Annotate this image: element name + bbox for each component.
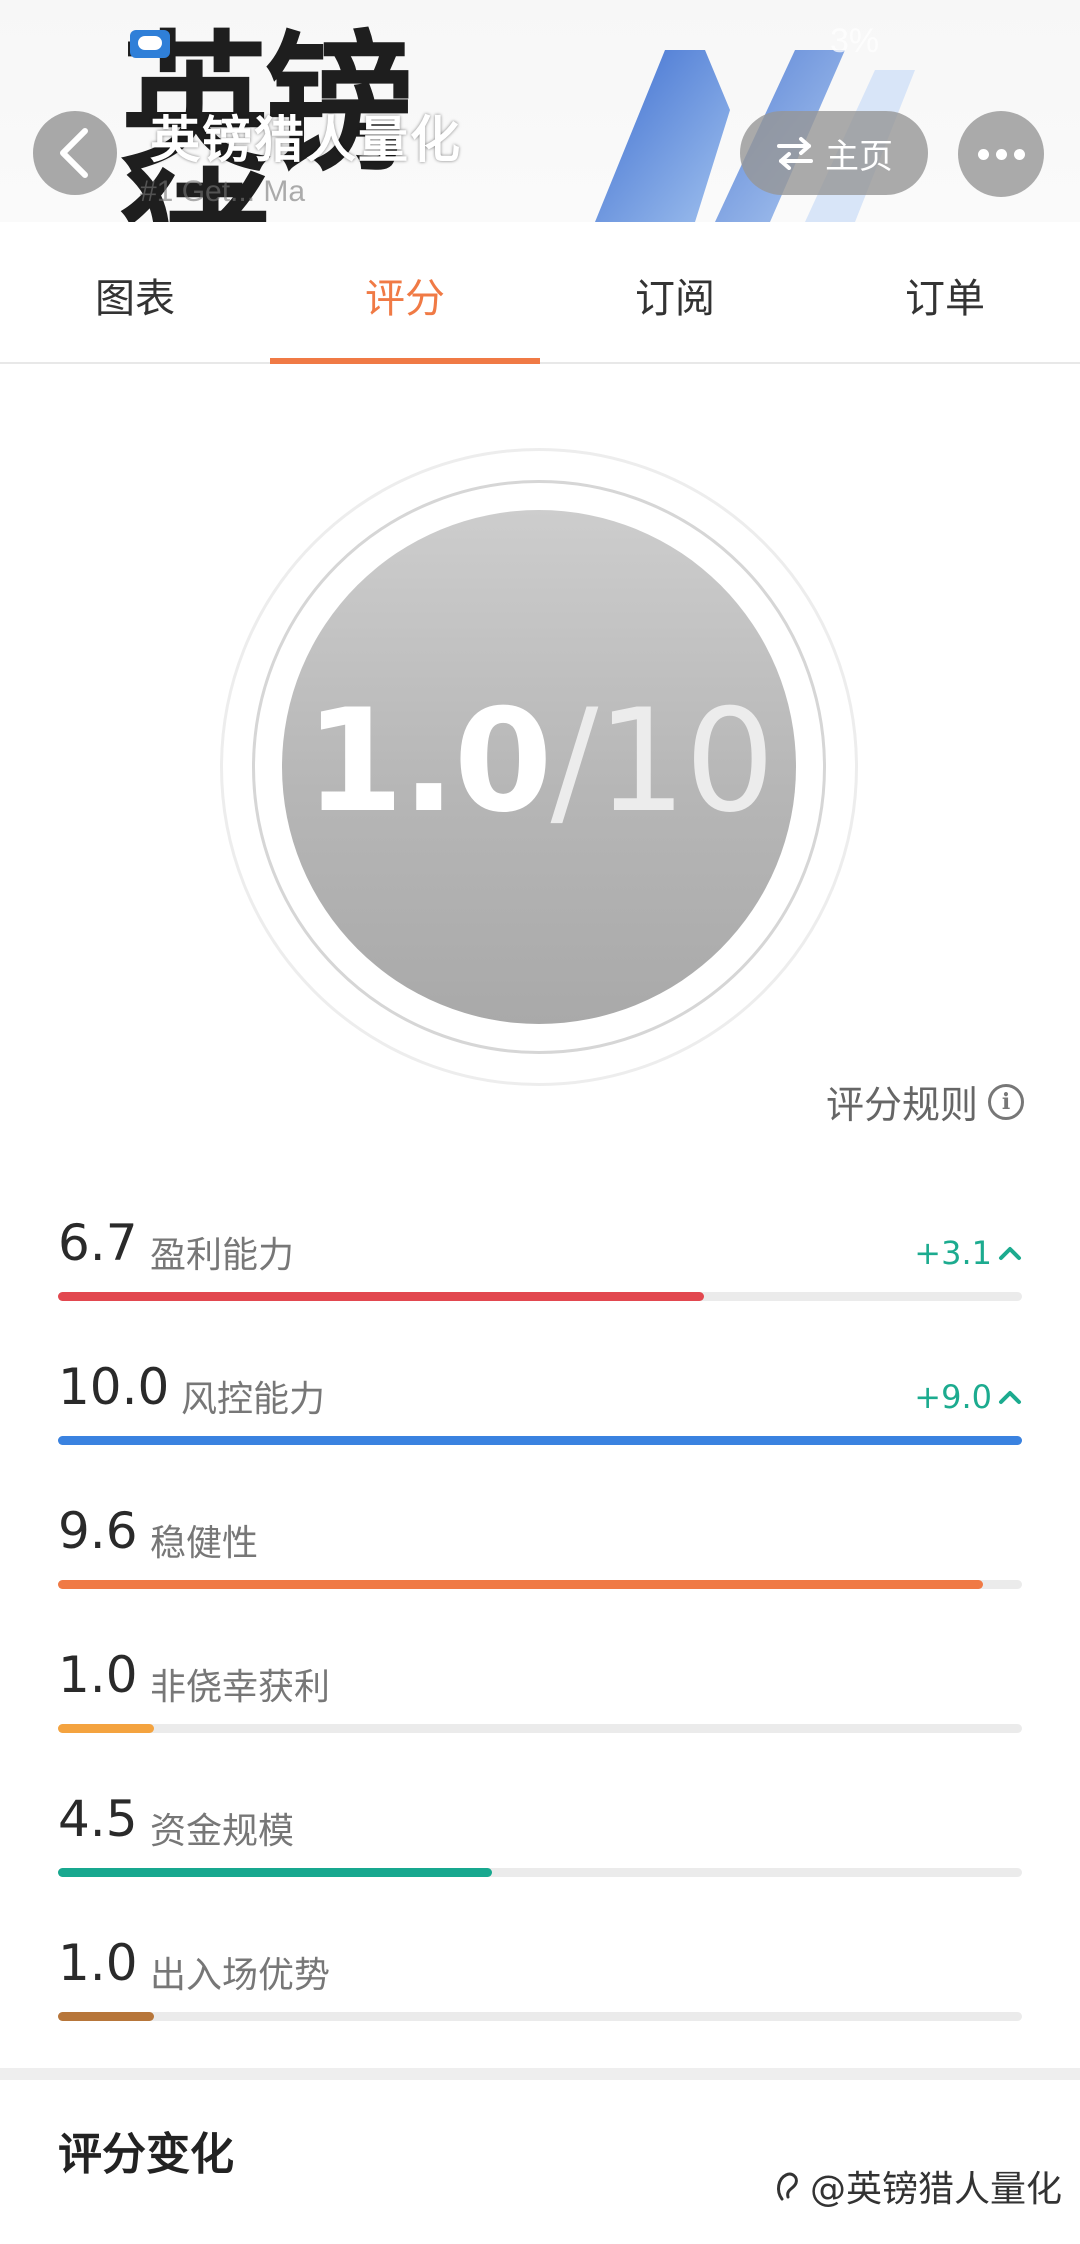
metric-delta: +3.1 <box>914 1234 1022 1272</box>
metric-row: 9.6 稳健性 <box>58 1484 1022 1628</box>
tab-score[interactable]: 评分 <box>270 222 540 364</box>
platform-logo-icon <box>777 2172 798 2201</box>
metric-label: 风控能力 <box>181 1379 326 1420</box>
metric-row: 4.5 资金规模 <box>58 1772 1022 1916</box>
tab-subscribe[interactable]: 订阅 <box>540 222 810 362</box>
metric-row: 6.7 盈利能力 +3.1 <box>58 1196 1022 1340</box>
metric-value: 6.7 <box>58 1214 138 1272</box>
scoring-rules-label: 评分规则 <box>825 1083 978 1127</box>
score-circle: 1.0/10 <box>282 510 796 1024</box>
metric-progress-track <box>58 1436 1022 1445</box>
tab-bar: 图表 评分 订阅 订单 <box>0 222 1080 364</box>
header-banner: 英镑 猪 #1 Get... Ma 3% 英镑猎人量化 主页 <box>0 0 1080 222</box>
metric-progress-fill <box>58 1436 1022 1445</box>
swap-arrows-icon <box>777 137 813 170</box>
metric-delta-value: +3.1 <box>914 1234 992 1272</box>
metric-label: 资金规模 <box>150 1811 295 1852</box>
battery-status: 3% <box>830 22 880 60</box>
metric-progress-fill <box>58 2012 155 2021</box>
home-button-label: 主页 <box>825 136 893 177</box>
metric-value: 1.0 <box>58 1934 138 1992</box>
metric-label: 盈利能力 <box>150 1235 295 1276</box>
metric-row: 1.0 非侥幸获利 <box>58 1628 1022 1772</box>
back-button[interactable] <box>33 111 117 195</box>
metric-progress-fill <box>58 1580 984 1589</box>
chevron-up-icon <box>999 1391 1021 1404</box>
metric-progress-track <box>58 1580 1022 1589</box>
metric-list: 6.7 盈利能力 +3.1 10.0 风控能力 +9.0 9.6 稳健性 1.0 非侥幸获利 4.5… <box>58 1196 1022 2060</box>
section-title-score-history: 评分变化 <box>58 2129 234 2180</box>
more-dot-icon <box>1013 148 1025 160</box>
metric-label: 稳健性 <box>150 1523 259 1564</box>
more-dot-icon <box>995 148 1007 160</box>
metric-value: 4.5 <box>58 1790 138 1848</box>
metric-value: 10.0 <box>58 1358 170 1416</box>
metric-progress-track <box>58 1724 1022 1733</box>
chevron-up-icon <box>999 1247 1021 1260</box>
metric-progress-track <box>58 1868 1022 1877</box>
score-panel: 1.0/10 <box>0 364 1080 1124</box>
metric-value: 1.0 <box>58 1646 138 1704</box>
info-icon: i <box>988 1083 1024 1120</box>
score-denominator: /10 <box>550 679 776 844</box>
overall-score: 1.0/10 <box>305 691 775 833</box>
metric-label: 非侥幸获利 <box>150 1667 331 1708</box>
metric-delta: +9.0 <box>914 1378 1022 1416</box>
page-title: 英镑猎人量化 <box>150 111 462 169</box>
metric-delta-value: +9.0 <box>914 1378 992 1416</box>
author-watermark: @英镑猎人量化 <box>772 2160 1062 2212</box>
metric-progress-fill <box>58 1724 155 1733</box>
chevron-left-icon <box>60 128 88 178</box>
score-value: 1.0 <box>304 679 553 844</box>
tab-chart[interactable]: 图表 <box>0 222 270 362</box>
more-options-button[interactable] <box>958 111 1044 197</box>
metric-progress-track <box>58 2012 1022 2021</box>
metric-progress-fill <box>58 1868 492 1877</box>
metric-row: 10.0 风控能力 +9.0 <box>58 1340 1022 1484</box>
weather-app-icon <box>130 30 170 58</box>
watermark-text: @英镑猎人量化 <box>810 2169 1063 2210</box>
metric-row: 1.0 出入场优势 <box>58 1916 1022 2060</box>
home-button[interactable]: 主页 <box>740 111 928 195</box>
metric-progress-fill <box>58 1292 704 1301</box>
scoring-rules-link[interactable]: 评分规则 i <box>826 1074 1024 1129</box>
metric-value: 9.6 <box>58 1502 138 1560</box>
banner-subtitle: #1 Get... Ma <box>140 175 306 208</box>
section-divider <box>0 2068 1080 2080</box>
tab-orders[interactable]: 订单 <box>810 222 1080 362</box>
metric-label: 出入场优势 <box>150 1955 331 1996</box>
metric-progress-track <box>58 1292 1022 1301</box>
more-dot-icon <box>977 148 989 160</box>
